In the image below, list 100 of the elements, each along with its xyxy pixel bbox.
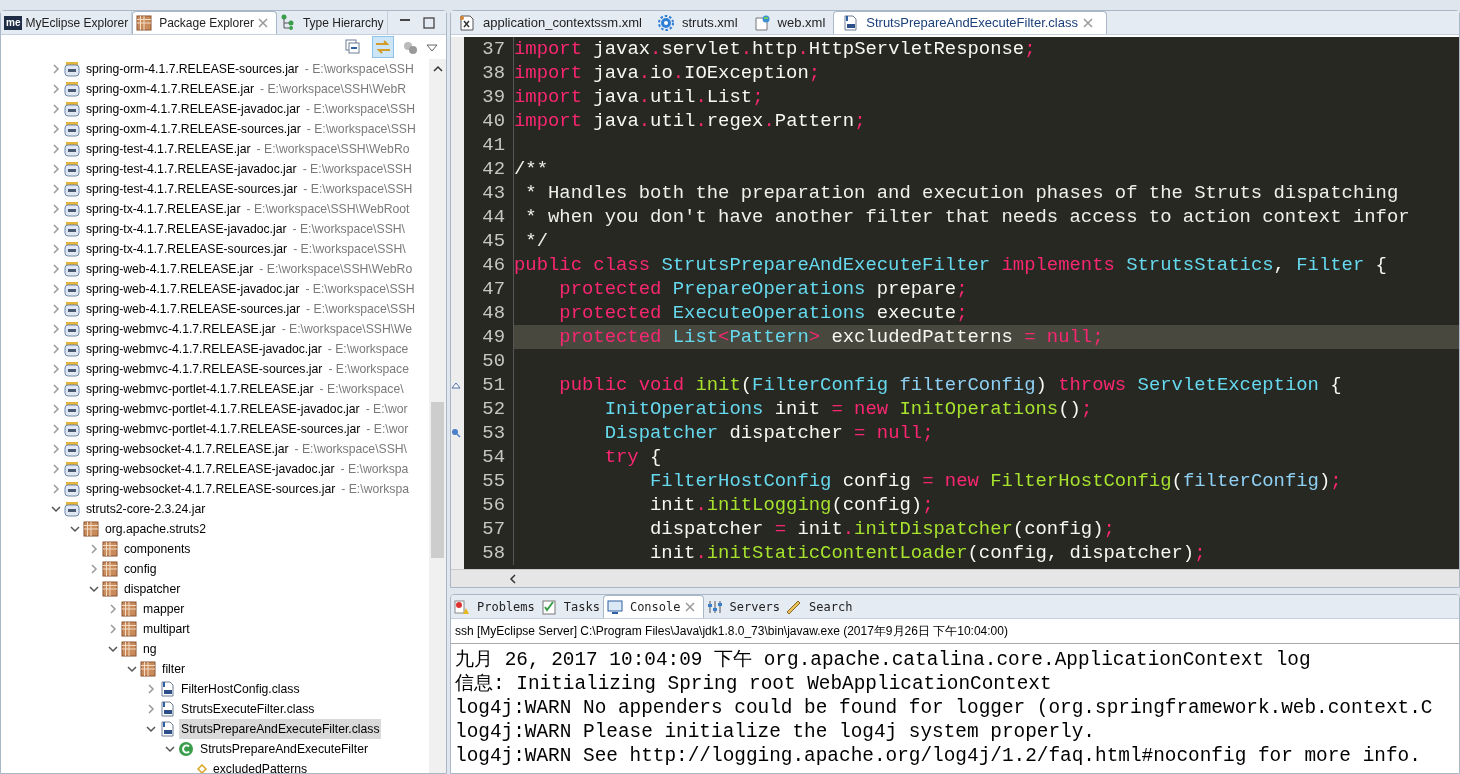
jar-path: - E:\workspa xyxy=(340,460,409,478)
jar-path: - E:\workspace\SSH xyxy=(305,280,415,298)
tree-item[interactable]: spring-orm-4.1.7.RELEASE-sources.jar xyxy=(84,59,301,80)
code-line: Dispatcher dispatcher = null; xyxy=(603,421,935,445)
tree-item[interactable]: excludedPatterns xyxy=(211,758,310,773)
tree-item[interactable]: struts2-core-2.3.24.jar xyxy=(84,498,208,520)
jar-path: - E:\workspace\SSH\WebR xyxy=(260,80,407,98)
tree-item[interactable]: spring-tx-4.1.7.RELEASE-javadoc.jar xyxy=(84,218,289,240)
line-number: 50 xyxy=(464,349,514,373)
tree-item[interactable]: dispatcher xyxy=(122,578,183,600)
tree-item[interactable]: spring-test-4.1.7.RELEASE.jar xyxy=(84,138,253,160)
tree-item[interactable]: mapper xyxy=(141,598,187,620)
line-number: 52 xyxy=(464,397,514,421)
console-line: log4j:WARN See http://logging.apache.org/log4j/1.2/faq.html#noconfig for more info. xyxy=(454,744,1422,768)
logo: me xyxy=(4,15,23,30)
tree-item[interactable]: multipart xyxy=(141,618,192,640)
tree-item[interactable]: FilterHostConfig.class xyxy=(179,678,302,700)
tree-item[interactable]: filter xyxy=(160,658,188,680)
code-line: */ xyxy=(524,229,549,253)
tree-item[interactable]: spring-webmvc-portlet-4.1.7.RELEASE.jar xyxy=(84,378,316,400)
line-number: 53 xyxy=(464,421,514,445)
line-number: 39 xyxy=(464,85,514,109)
jar-path: - E:\workspace\SSH xyxy=(304,60,414,78)
jar-path: - E:\workspace\SSH xyxy=(306,120,416,138)
tree-item[interactable]: spring-web-4.1.7.RELEASE-sources.jar xyxy=(84,298,303,320)
line-number: 51 xyxy=(464,373,514,397)
line-number: 56 xyxy=(464,493,514,517)
jar-path: - E:\workspace\ xyxy=(319,380,404,398)
tree-item[interactable]: spring-tx-4.1.7.RELEASE.jar xyxy=(84,198,243,220)
tree-item[interactable]: spring-webmvc-4.1.7.RELEASE-sources.jar xyxy=(84,358,325,380)
code-line: import javax.servlet.http.HttpServletResponse; xyxy=(514,37,1037,61)
jar-path: - E:\workspace\SSH xyxy=(306,100,416,118)
console-line: 九月 26, 2017 10:04:09 下午 org.apache.catalina.core.ApplicationContext log xyxy=(454,648,1312,672)
tree-item[interactable]: spring-webmvc-portlet-4.1.7.RELEASE-javadoc.jar xyxy=(84,398,362,420)
tree-item[interactable]: spring-webmvc-portlet-4.1.7.RELEASE-sources.jar xyxy=(84,418,363,440)
tab[interactable]: Type Hierarchy xyxy=(276,11,388,34)
tab[interactable]: Package Explorer xyxy=(132,11,277,34)
jar-path: - E:\workspace xyxy=(328,360,409,378)
jar-path: - E:\workspa xyxy=(341,480,409,498)
tree-item[interactable]: spring-webmvc-4.1.7.RELEASE-javadoc.jar xyxy=(84,338,324,360)
tree-item[interactable]: spring-webmvc-4.1.7.RELEASE.jar xyxy=(84,318,278,340)
console-line: log4j:WARN Please initialize the log4j system properly. xyxy=(454,720,1096,744)
console-line: 信息: Initializing Spring root WebApplicationContext xyxy=(454,672,1053,696)
tree-item[interactable]: StrutsExecuteFilter.class xyxy=(179,698,317,720)
tree-item[interactable]: spring-websocket-4.1.7.RELEASE-sources.jar xyxy=(84,478,338,500)
code-line: protected PrepareOperations prepare; xyxy=(558,277,969,301)
jar-path: - E:\workspace\SSH\ xyxy=(293,240,406,258)
tree-item[interactable]: spring-test-4.1.7.RELEASE-sources.jar xyxy=(84,178,300,200)
code-line: * when you don't have another filter that needs access to action context infor xyxy=(524,205,1411,229)
jar-path: - E:\workspace\SSH xyxy=(302,160,412,178)
tree-item[interactable]: spring-web-4.1.7.RELEASE.jar xyxy=(84,258,256,280)
tree-item[interactable]: config xyxy=(122,558,159,580)
line-number: 48 xyxy=(464,301,514,325)
code-line: public void init(FilterConfig filterConfig) throws ServletException { xyxy=(558,373,1343,397)
tree-item[interactable]: StrutsPrepareAndExecuteFilter.class xyxy=(179,718,382,740)
tab[interactable]: web.xml xyxy=(745,11,834,34)
line-number: 54 xyxy=(464,445,514,469)
line-number: 41 xyxy=(464,133,514,157)
tab[interactable]: Tasks xyxy=(537,595,603,618)
tree-item[interactable]: spring-websocket-4.1.7.RELEASE-javadoc.jar xyxy=(84,458,337,480)
line-number: 46 xyxy=(464,253,514,277)
code-line: import java.util.List; xyxy=(514,85,765,109)
code-line: dispatcher = init.initDispatcher(config); xyxy=(649,517,1116,541)
tree-item[interactable]: spring-test-4.1.7.RELEASE-javadoc.jar xyxy=(84,158,299,180)
code-line: import java.io.IOException; xyxy=(514,61,822,85)
line-number: 57 xyxy=(464,517,514,541)
line-number: 38 xyxy=(464,61,514,85)
code-line: FilterHostConfig config = new FilterHostConfig(filterConfig); xyxy=(649,469,1343,493)
tree-item[interactable]: spring-websocket-4.1.7.RELEASE.jar xyxy=(84,438,291,460)
tab[interactable]: StrutsPrepareAndExecuteFilter.class xyxy=(833,11,1107,34)
code-line: try { xyxy=(603,445,663,469)
tree-item[interactable]: spring-oxm-4.1.7.RELEASE-sources.jar xyxy=(84,118,303,140)
tab[interactable]: Problems xyxy=(451,595,538,618)
tree-item[interactable]: spring-oxm-4.1.7.RELEASE.jar xyxy=(84,78,256,100)
line-number: 40 xyxy=(464,109,514,133)
line-number: 58 xyxy=(464,541,514,565)
tree-item[interactable]: ng xyxy=(141,638,159,660)
tree-item[interactable]: spring-oxm-4.1.7.RELEASE-javadoc.jar xyxy=(84,98,303,120)
tree-item[interactable]: spring-web-4.1.7.RELEASE-javadoc.jar xyxy=(84,278,302,300)
tab[interactable]: application_contextssm.xml xyxy=(451,11,650,34)
tab[interactable]: me MyEclipse Explorer xyxy=(1,11,133,34)
console-header: ssh [MyEclipse Server] C:\Program Files\Java\jdk1.8.0_73\bin\javaw.exe (2017年9月26日 下午10:04:00) xyxy=(451,619,1459,644)
tab[interactable]: Console xyxy=(602,595,704,618)
jar-path: - E:\workspace xyxy=(327,340,409,358)
code-line: init.initStaticContentLoader(config, dispatcher); xyxy=(649,541,1207,565)
tree-item[interactable]: components xyxy=(122,538,193,560)
line-number: 45 xyxy=(464,229,514,253)
tree-item[interactable]: StrutsPrepareAndExecuteFilter xyxy=(198,738,370,760)
tree-item[interactable]: org.apache.struts2 xyxy=(103,518,208,540)
tab[interactable]: struts.xml xyxy=(649,11,746,34)
code-line: protected ExecuteOperations execute; xyxy=(558,301,969,325)
code-line: import java.util.regex.Pattern; xyxy=(514,109,867,133)
jar-path: - E:\workspace\SSH\WebRo xyxy=(259,260,413,278)
tab[interactable]: Search xyxy=(783,595,856,618)
tab[interactable]: Servers xyxy=(703,595,784,618)
jar-path: - E:\workspace\SSH xyxy=(306,300,416,318)
line-number: 44 xyxy=(464,205,514,229)
tree-item[interactable]: spring-tx-4.1.7.RELEASE-sources.jar xyxy=(84,238,290,260)
console-line: log4j:WARN No appenders could be found for logger (org.springframework.web.context.C xyxy=(454,696,1434,720)
line-number: 42 xyxy=(464,157,514,181)
